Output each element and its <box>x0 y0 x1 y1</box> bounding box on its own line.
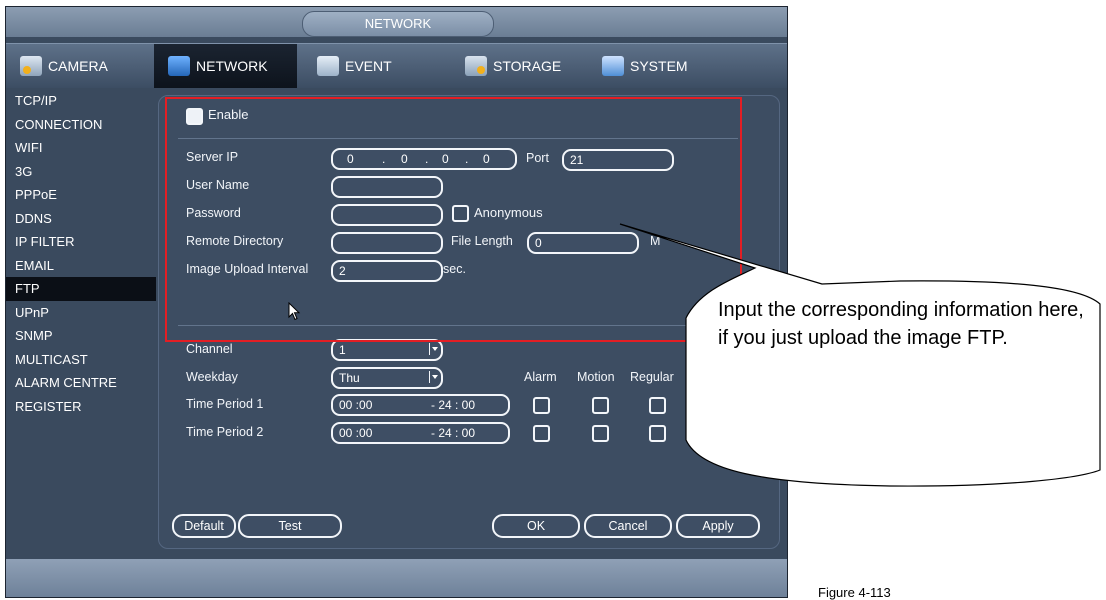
callout-text: Input the corresponding information here… <box>718 299 1084 349</box>
figure-caption: Figure 4-113 <box>818 585 891 600</box>
